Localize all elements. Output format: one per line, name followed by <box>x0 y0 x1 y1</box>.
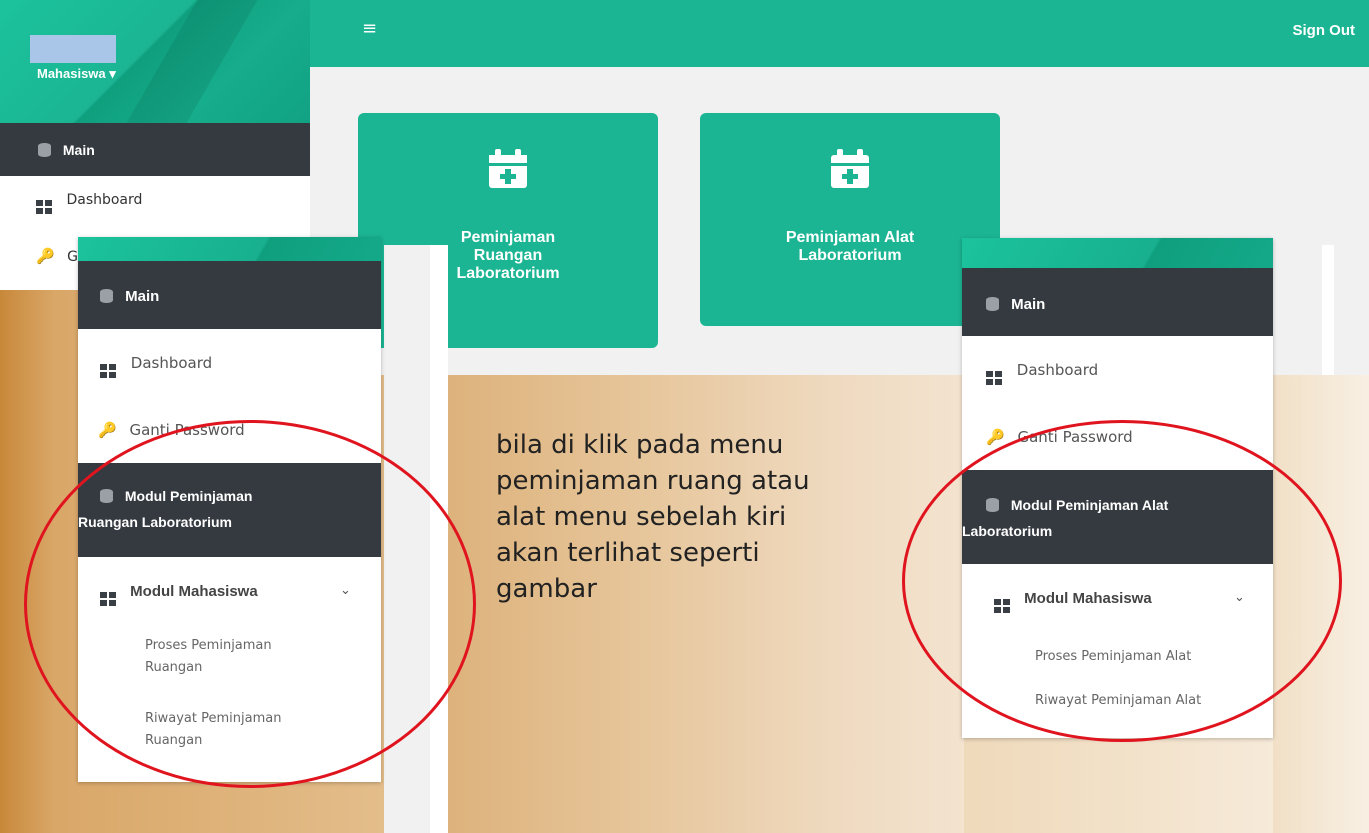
note-line: bila di klik pada menu <box>496 430 784 460</box>
sidebar-item-label: Dashboard <box>1016 361 1099 379</box>
sidebar-section-main: Main <box>78 261 381 329</box>
dashboard-icon <box>100 364 116 378</box>
note-line: peminjaman ruang atau <box>496 466 810 496</box>
dashboard-icon <box>986 371 1002 385</box>
sidebar-item-label: Dashboard <box>66 192 143 208</box>
avatar <box>30 35 116 63</box>
sidebar-item-label: G <box>67 249 78 265</box>
caret-down-icon: ▾ <box>109 66 116 81</box>
panel-brand-strip <box>962 238 1273 268</box>
sidebar-item-dashboard[interactable]: Dashboard <box>0 176 310 224</box>
sidebar-section-main: Main <box>0 123 310 176</box>
database-icon <box>38 143 51 157</box>
key-icon: 🔑 <box>98 421 117 439</box>
sidebar-brand: Mahasiswa ▾ <box>0 0 310 123</box>
instruction-note: bila di klik pada menu peminjaman ruang … <box>496 427 916 607</box>
sign-out-link[interactable]: Sign Out <box>1293 22 1356 39</box>
sidebar-section-main-label: Main <box>125 288 160 305</box>
sidebar-item-dashboard[interactable]: Dashboard <box>962 336 1273 404</box>
calendar-plus-icon <box>831 149 869 188</box>
hamburger-icon[interactable]: ≡ <box>362 20 377 38</box>
database-icon <box>986 297 999 311</box>
sidebar-section-main: Main <box>962 268 1273 336</box>
sidebar-item-label: Dashboard <box>130 354 213 372</box>
database-icon <box>100 289 113 303</box>
note-line: alat menu sebelah kiri <box>496 502 787 532</box>
note-line: gambar <box>496 574 597 604</box>
brand-stripe <box>110 0 270 123</box>
panel-brand-strip <box>78 237 381 261</box>
highlight-circle <box>902 420 1342 742</box>
card-title-line: Laboratorium <box>798 247 902 264</box>
key-icon: 🔑 <box>36 247 55 265</box>
sidebar-section-main-label: Main <box>1011 296 1046 313</box>
sidebar-section-main-label: Main <box>62 142 95 158</box>
topbar: ≡ Sign Out <box>310 0 1369 67</box>
card-peminjaman-alat[interactable]: Peminjaman Alat Laboratorium <box>700 113 1000 326</box>
calendar-plus-icon <box>489 149 527 188</box>
highlight-circle <box>24 420 476 788</box>
role-label: Mahasiswa <box>37 66 106 81</box>
role-dropdown[interactable]: Mahasiswa ▾ <box>37 66 116 82</box>
card-title-line: Peminjaman Alat <box>785 229 915 246</box>
dashboard-icon <box>36 200 52 214</box>
note-line: akan terlihat seperti <box>496 538 760 568</box>
sidebar-item-dashboard[interactable]: Dashboard <box>78 329 381 397</box>
